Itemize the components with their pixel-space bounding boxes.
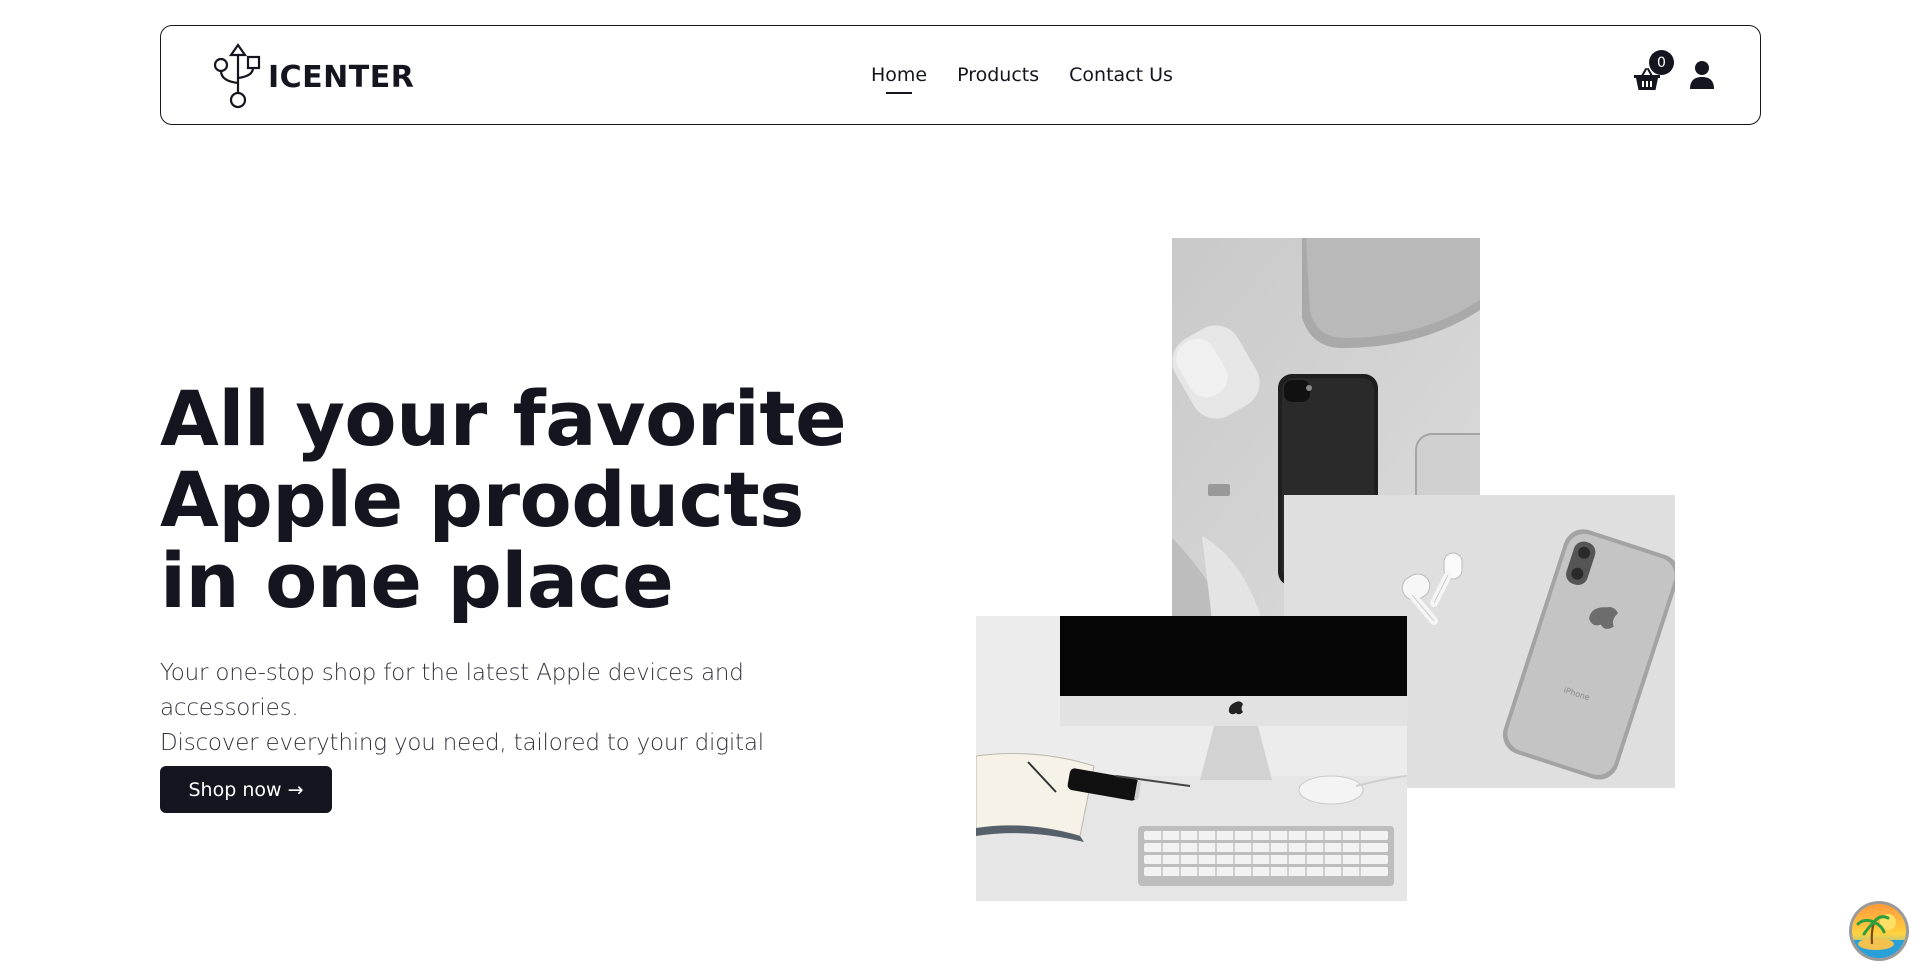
hero-subtitle-line-1: Your one-stop shop for the latest Apple … (160, 660, 744, 721)
shop-now-button[interactable]: Shop now → (160, 766, 332, 813)
main-nav: Home Products Contact Us (871, 26, 1173, 124)
user-icon (1690, 61, 1714, 89)
cart-count-badge: 0 (1649, 50, 1674, 75)
hero-title: All your favorite Apple products in one … (160, 374, 847, 625)
imac-keyboard-desk-photo (976, 616, 1407, 901)
nav-link-home[interactable]: Home (871, 60, 927, 94)
floating-assistant-button[interactable] (1849, 901, 1909, 961)
logo-link[interactable]: ICENTER (211, 43, 414, 109)
cart-button[interactable]: 0 (1633, 50, 1674, 90)
nav-link-products[interactable]: Products (957, 60, 1039, 90)
island-sunset-icon (1852, 904, 1906, 958)
logo-text: ICENTER (268, 59, 415, 95)
nav-icons: 0 (1633, 26, 1715, 124)
user-account-button[interactable] (1689, 60, 1715, 90)
nav-link-contact-us[interactable]: Contact Us (1069, 60, 1173, 90)
usb-logo-icon (213, 43, 261, 109)
navbar: ICENTER Home Products Contact Us 0 (160, 25, 1761, 125)
